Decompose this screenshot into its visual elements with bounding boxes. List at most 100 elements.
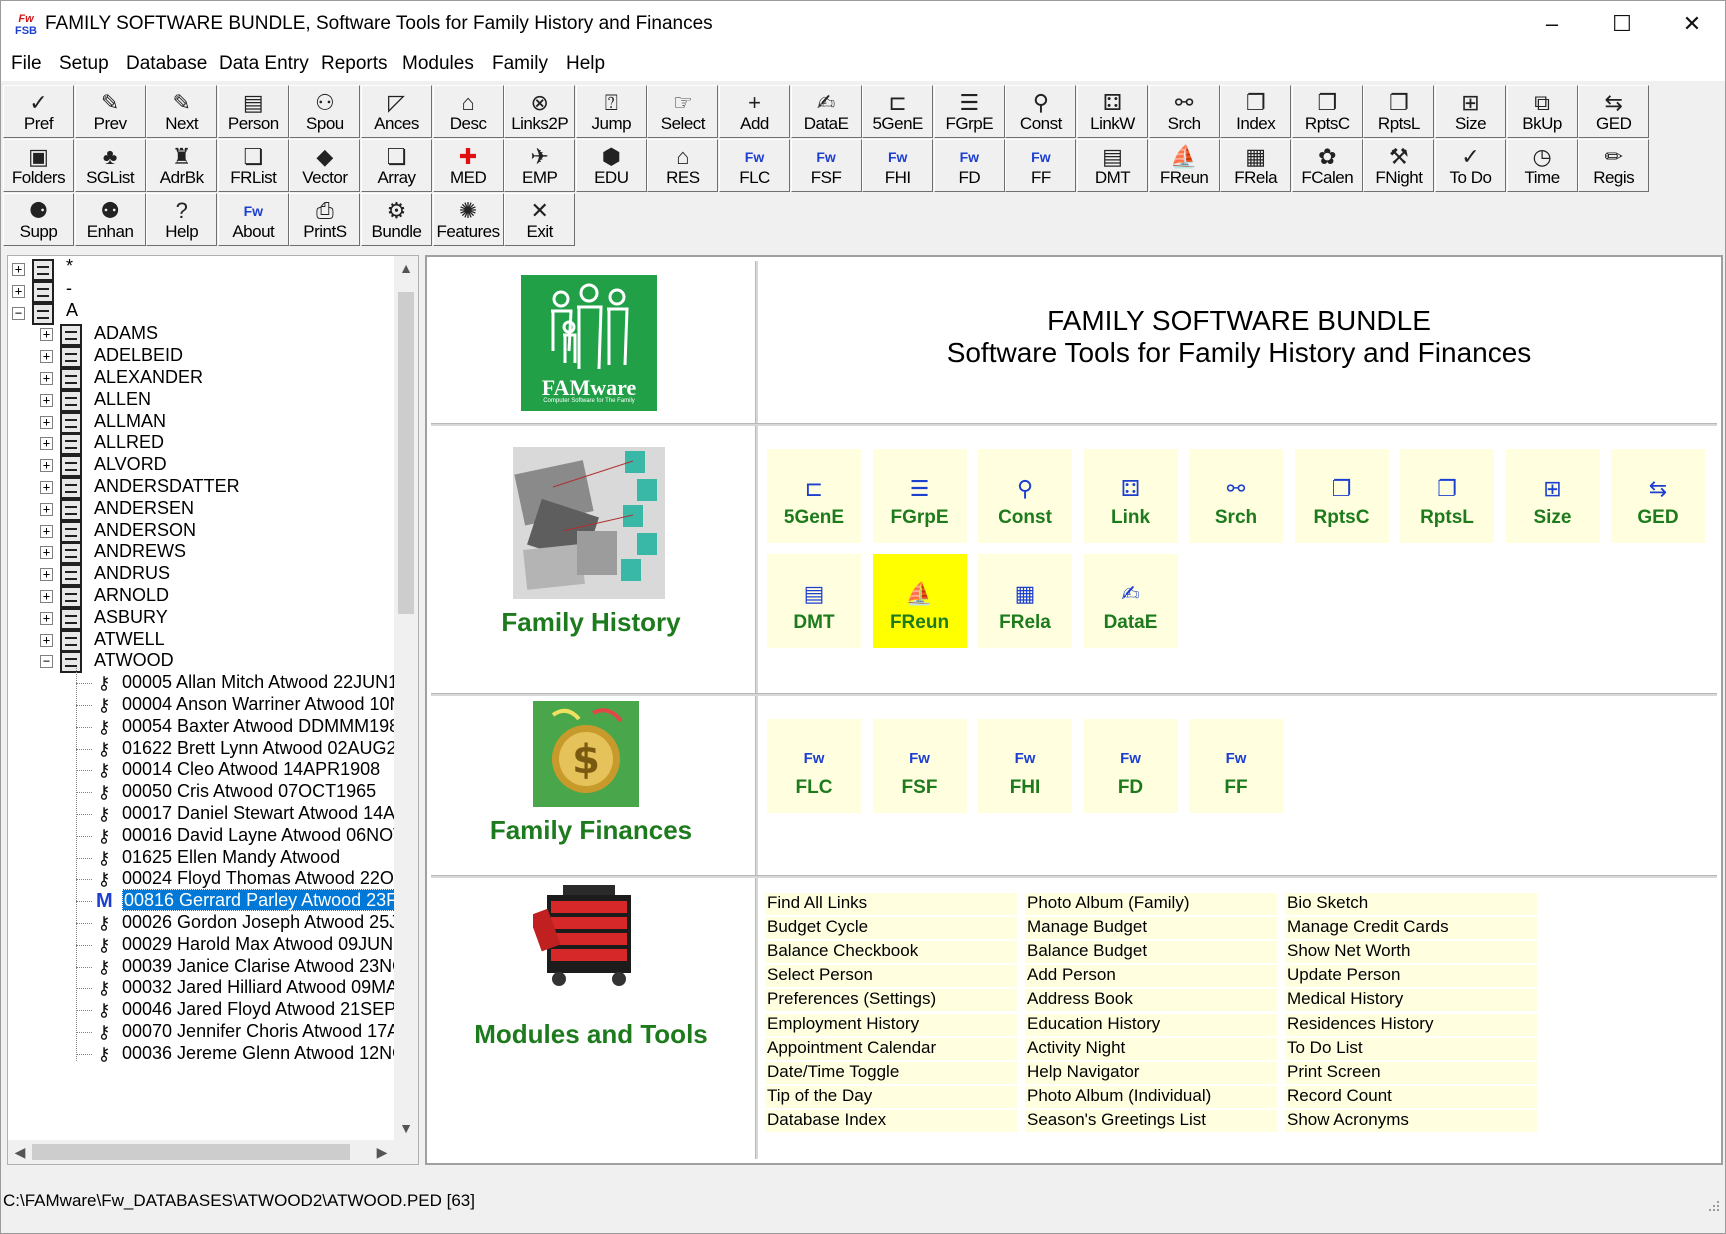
toolbar-button-freun[interactable]: ⛵ FReun [1148, 139, 1220, 192]
tree-expander-icon[interactable]: + [40, 568, 53, 582]
tool-link-photo-album-family[interactable]: Photo Album (Family) [1025, 893, 1277, 915]
toolbar-button-links2p[interactable]: ⊗ Links2P [504, 85, 576, 138]
tree-surname-allen[interactable]: ALLEN [94, 389, 151, 413]
tree-person[interactable]: 00029 Harold Max Atwood 09JUN197 [122, 934, 418, 958]
tree-vertical-scroll-thumb[interactable] [398, 292, 414, 614]
module-srch[interactable]: ⚯ Srch [1189, 449, 1283, 543]
menu-database[interactable]: Database [126, 53, 207, 75]
scroll-left-icon[interactable]: ◀ [8, 1140, 32, 1164]
toolbar-button-add[interactable]: + Add [719, 85, 790, 138]
tree-expander-icon[interactable]: + [40, 437, 53, 451]
tree-expander-icon[interactable]: + [40, 459, 53, 473]
tree-expander-icon[interactable]: + [40, 546, 53, 560]
tree-surname-andrus[interactable]: ANDRUS [94, 563, 170, 587]
tree-expander-icon[interactable]: + [12, 263, 25, 276]
toolbar-button-index[interactable]: ❐ Index [1220, 85, 1292, 138]
tool-link-to-do-list[interactable]: To Do List [1285, 1037, 1537, 1060]
tree-person[interactable]: 01625 Ellen Mandy Atwood [122, 847, 340, 871]
tree-surname-andersdatter[interactable]: ANDERSDATTER [94, 476, 240, 500]
tool-link-find-all-links[interactable]: Find All Links [765, 893, 1017, 915]
toolbar-button-pref[interactable]: ✓ Pref [3, 85, 74, 138]
module-link[interactable]: ⚃ Link [1083, 449, 1178, 543]
tool-link-address-book[interactable]: Address Book [1025, 989, 1277, 1012]
tree-expander-icon[interactable]: + [40, 415, 53, 429]
toolbar-button-ff[interactable]: Fw FF [1005, 139, 1077, 192]
tree-person[interactable]: 00032 Jared Hilliard Atwood 09MAR1 [122, 977, 418, 1001]
toolbar-button-prints[interactable]: ⎙ PrintS [289, 193, 361, 246]
toolbar-button-rptsl[interactable]: ❐ RptsL [1363, 85, 1435, 138]
tree-surname-atwell[interactable]: ATWELL [94, 629, 165, 653]
module-datae[interactable]: ✍ DataE [1083, 554, 1178, 648]
tool-link-database-index[interactable]: Database Index [765, 1109, 1017, 1132]
tree-expander-icon[interactable]: + [40, 524, 53, 538]
minimize-icon[interactable]: – [1517, 1, 1587, 49]
toolbar-button-fcalen[interactable]: ✿ FCalen [1291, 139, 1363, 192]
toolbar-button-srch[interactable]: ⚯ Srch [1148, 85, 1220, 138]
tree-surname-anderson[interactable]: ANDERSON [94, 520, 196, 544]
tree-node[interactable]: - [66, 278, 72, 302]
tool-link-manage-budget[interactable]: Manage Budget [1025, 917, 1277, 940]
tree-person[interactable]: 00054 Baxter Atwood DDMMM1984 [122, 716, 409, 740]
tool-link-select-person[interactable]: Select Person [765, 965, 1017, 988]
tree-node[interactable]: * [66, 256, 73, 280]
tree-expander-icon[interactable]: + [40, 328, 53, 342]
tree-vertical-scrollbar[interactable]: ▲ ▼ [394, 256, 418, 1140]
menu-family[interactable]: Family [492, 53, 548, 75]
toolbar-button-adrbk[interactable]: ♜ AdrBk [146, 139, 218, 192]
tool-link-manage-credit-cards[interactable]: Manage Credit Cards [1285, 917, 1537, 940]
module-frela[interactable]: ▦ FRela [978, 554, 1072, 648]
tree-surname-andrews[interactable]: ANDREWS [94, 541, 186, 565]
tree-expander-icon[interactable]: + [40, 502, 53, 516]
module-fsf[interactable]: Fw FSF [872, 719, 967, 813]
tool-link-tip-of-the-day[interactable]: Tip of the Day [765, 1085, 1017, 1108]
tree-person[interactable]: 00036 Jereme Glenn Atwood 12NOV1 [122, 1043, 418, 1067]
tree-expander-icon[interactable]: − [12, 306, 25, 320]
toolbar-button-fhi[interactable]: Fw FHI [862, 139, 934, 192]
tool-link-photo-album-individual[interactable]: Photo Album (Individual) [1025, 1085, 1277, 1108]
tool-link-employment-history[interactable]: Employment History [765, 1013, 1017, 1036]
toolbar-button-fsf[interactable]: Fw FSF [790, 139, 862, 192]
tree-expander-icon[interactable]: − [40, 655, 53, 669]
toolbar-button-ances[interactable]: ◸ Ances [361, 85, 432, 138]
menu-reports[interactable]: Reports [321, 53, 388, 75]
toolbar-button-features[interactable]: ✺ Features [432, 193, 504, 246]
tree-expander-icon[interactable]: + [40, 590, 53, 603]
toolbar-button-exit[interactable]: ✕ Exit [504, 193, 576, 246]
toolbar-button-size[interactable]: ⊞ Size [1435, 85, 1506, 138]
tree-expander-icon[interactable]: + [40, 611, 53, 625]
toolbar-button-bkup[interactable]: ⧉ BkUp [1506, 85, 1578, 138]
tool-link-medical-history[interactable]: Medical History [1285, 989, 1537, 1012]
module-freun[interactable]: ⛵ FReun [872, 554, 967, 648]
toolbar-button-frlist[interactable]: ❏ FRList [217, 139, 289, 192]
toolbar-button-datae[interactable]: ✍ DataE [790, 85, 862, 138]
toolbar-button-ged[interactable]: ⇆ GED [1578, 85, 1650, 138]
tree-surname-allred[interactable]: ALLRED [94, 432, 164, 456]
toolbar-button-dmt[interactable]: ▤ DMT [1077, 139, 1148, 192]
menu-modules[interactable]: Modules [402, 53, 474, 75]
tree-expander-icon[interactable]: + [40, 633, 53, 647]
toolbar-button-linkw[interactable]: ⚃ LinkW [1077, 85, 1148, 138]
tool-link-record-count[interactable]: Record Count [1285, 1085, 1537, 1108]
tree-expander-icon[interactable]: + [40, 393, 53, 407]
menu-setup[interactable]: Setup [59, 53, 109, 75]
tree-person[interactable]: 00026 Gordon Joseph Atwood 25JUL [122, 912, 418, 936]
tool-link-balance-checkbook[interactable]: Balance Checkbook [765, 941, 1017, 964]
tree-person[interactable]: 00046 Jared Floyd Atwood 21SEP197 [122, 999, 418, 1023]
module-fhi[interactable]: Fw FHI [978, 719, 1072, 813]
toolbar-button-folders[interactable]: ▣ Folders [3, 139, 74, 192]
tree-surname-atwood[interactable]: ATWOOD [94, 650, 174, 674]
toolbar-button-med[interactable]: ✚ MED [432, 139, 504, 192]
menu-help[interactable]: Help [566, 53, 605, 75]
tree-expander-icon[interactable]: + [40, 350, 53, 364]
toolbar-button-frela[interactable]: ▦ FRela [1220, 139, 1292, 192]
tree-person[interactable]: 00050 Cris Atwood 07OCT1965 [122, 781, 376, 805]
tree-person[interactable]: 00004 Anson Warriner Atwood 10NOV [122, 694, 418, 718]
tree-person[interactable]: 00016 David Layne Atwood 06NOV19 [122, 825, 418, 849]
toolbar-button-next[interactable]: ✎ Next [146, 85, 218, 138]
module-ff[interactable]: Fw FF [1189, 719, 1283, 813]
toolbar-button-help[interactable]: ? Help [146, 193, 218, 246]
toolbar-button-select[interactable]: ☞ Select [647, 85, 719, 138]
tree-node[interactable]: A [66, 300, 78, 324]
tool-link-show-acronyms[interactable]: Show Acronyms [1285, 1109, 1537, 1132]
toolbar-button-supp[interactable]: ⚈ Supp [3, 193, 74, 246]
